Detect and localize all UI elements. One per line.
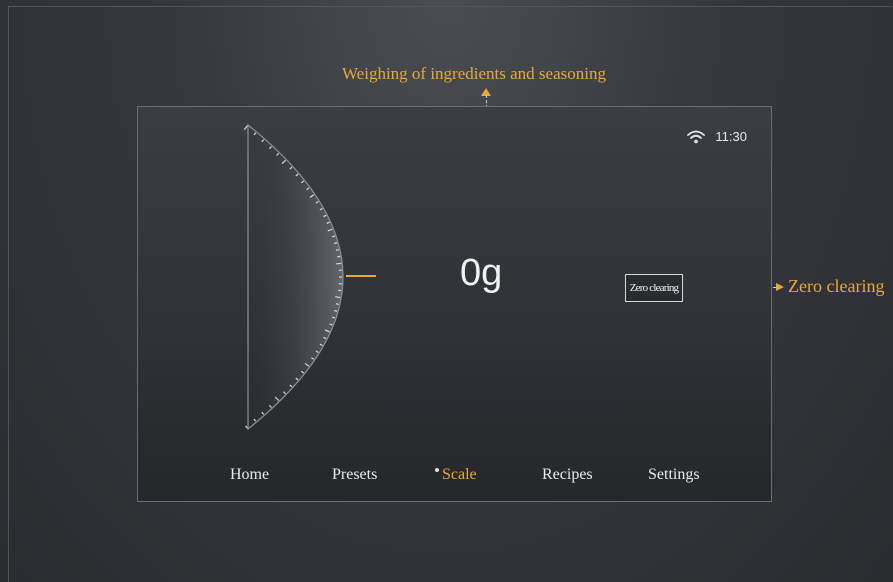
scale-dial: [243, 123, 376, 431]
arrow-right-icon: [776, 283, 784, 291]
weight-readout: 0g: [460, 252, 503, 294]
active-indicator-icon: [435, 468, 439, 472]
dial-tick: [336, 262, 342, 265]
status-bar: 11:30: [687, 129, 747, 144]
nav-item-scale[interactable]: Scale: [435, 466, 477, 484]
nav-item-home[interactable]: Home: [230, 466, 269, 484]
dial-tick: [243, 125, 248, 131]
bottom-nav: Home Presets Scale Recipes Settings: [138, 466, 771, 490]
nav-item-presets[interactable]: Presets: [332, 466, 377, 484]
nav-item-recipes[interactable]: Recipes: [542, 466, 593, 484]
annotation-zero-clearing: Zero clearing: [788, 276, 885, 296]
wifi-icon: [687, 130, 706, 143]
clock-time: 11:30: [715, 129, 747, 144]
dial-tick: [334, 309, 338, 312]
dial-tick: [335, 249, 340, 251]
dial-tick: [335, 303, 340, 305]
dial-tick: [334, 242, 338, 245]
nav-item-scale-label: Scale: [442, 466, 477, 483]
device-screen: 11:30 0g Zero clearing Home Presets Scal…: [137, 106, 772, 502]
annotation-weighing: Weighing of ingredients and seasoning: [342, 64, 606, 83]
dial-tick: [337, 255, 341, 258]
nav-item-settings[interactable]: Settings: [648, 466, 700, 484]
zero-clearing-button[interactable]: Zero clearing: [625, 274, 683, 302]
dial-tick: [245, 425, 248, 429]
